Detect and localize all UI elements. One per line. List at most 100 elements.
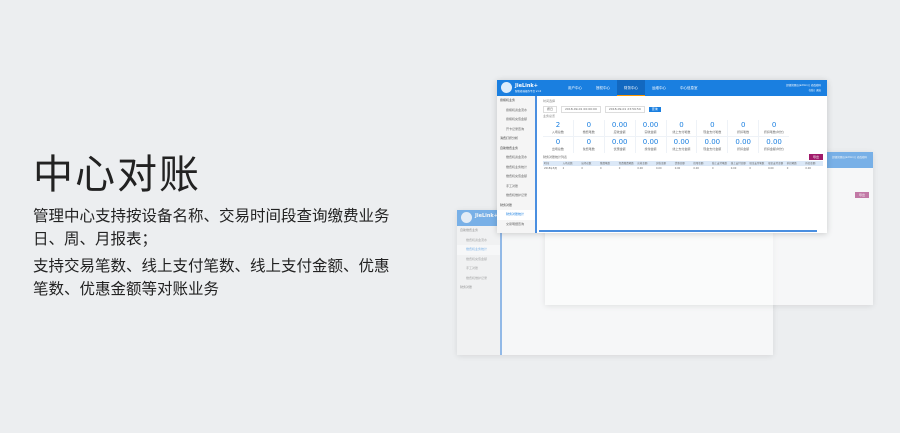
sidebar-item[interactable]: 手工对账 (497, 182, 535, 192)
card-label: 现金支付金额 (703, 147, 722, 151)
sidebar-item[interactable]: 财务对账 (457, 283, 500, 293)
filter-bar: 按日 2018-09-01 00:00:00 2018-09-01 23:59:… (543, 105, 823, 113)
summary-card: 0.00 折扣金额 (728, 137, 759, 153)
app-header: JieLink+ 智能终端操作平台 v1.0 用户中心 授权中心 财务中心 运维中… (497, 80, 827, 96)
card-label: 折扣金额 (737, 147, 750, 151)
sidebar-item[interactable]: 自助缴费业务 (497, 144, 535, 154)
sidebar-item[interactable]: 自助缴费业务 (457, 226, 500, 236)
card-value: 0.00 (766, 138, 782, 146)
app-header: JieLink+ (457, 210, 502, 226)
sidebar-item[interactable]: 授権机资金流水 (497, 106, 535, 116)
brand: JieLink+ 智能终端操作平台 v1.0 (515, 83, 541, 93)
card-value: 0 (555, 138, 561, 146)
card-label: 出场总数 (551, 147, 564, 151)
table-cell: 0.00 (805, 167, 811, 170)
export-button[interactable]: 导出 (854, 192, 869, 198)
sidebar-item[interactable]: 缴费机充值金额 (457, 255, 500, 265)
sidebar-item[interactable]: 缴费机资金流水 (497, 153, 535, 163)
sidebar-item[interactable]: 缴费机充值金额 (497, 172, 535, 182)
card-value: 0.00 (642, 138, 659, 146)
screenshot-front: JieLink+ 智能终端操作平台 v1.0 用户中心 授权中心 财务中心 运维中… (497, 80, 827, 233)
query-button[interactable]: 查询 (648, 106, 661, 112)
start-time-input[interactable]: 2018-09-01 00:00:00 (561, 105, 601, 113)
export-button[interactable]: 导出 (808, 154, 823, 160)
card-label: 优惠金额 (613, 147, 626, 151)
summary-card: 0.00 折扣金额(时长) (759, 137, 789, 153)
table-cell: 2 (562, 167, 565, 170)
list-header: 财务对账统计列表 导出 (543, 153, 823, 161)
table-cell: 0 (581, 167, 583, 170)
end-time-input[interactable]: 2018-09-01 23:59:59 (604, 105, 645, 113)
description-line: 支持交易笔数、线上支付笔数、线上支付金额、优惠笔数、优惠金额等对账业务 (33, 257, 390, 298)
summary-card: 0.00 应收金额 (604, 120, 635, 136)
logo-icon (461, 212, 472, 223)
card-label: 折扣金额(时长) (763, 147, 785, 151)
summary-card: 0 折扣笔数(时长) (759, 120, 789, 136)
summary-card: 0.00 实收金额 (635, 120, 666, 136)
table-cell: 0 (712, 167, 714, 170)
sidebar: 授権机业务 授権机资金流水 授権机充值金额 开卡记录查询 消费打折分析 自助缴费业务 缴费机… (497, 96, 537, 233)
sidebar-item[interactable]: 手工对账 (457, 264, 500, 274)
card-value: 2 (555, 121, 561, 129)
summary-card: 0.00 现金支付金额 (697, 137, 728, 153)
nav-item[interactable]: 授权中心 (589, 80, 617, 96)
card-label: 缴费笔数 (582, 130, 595, 134)
card-label: 实收金额 (644, 130, 657, 134)
sidebar-item[interactable]: 缴费机业务统计 (497, 163, 535, 173)
card-value: 0 (710, 121, 715, 129)
sidebar-item[interactable]: 缴费机维护记录 (457, 274, 500, 284)
summary-card: 0 折扣笔数 (728, 120, 759, 136)
card-label: 应收金额 (613, 130, 626, 134)
summary-cards: 2 入场总数 0 缴费笔数 0.00 应收金额 0.00 实收金额 0 线上支付笔数 0 现金支付笔数… (543, 120, 789, 153)
table-cell: 0 (618, 167, 621, 170)
sidebar-item[interactable]: 授権机业务 (497, 96, 535, 106)
card-value: 0 (586, 138, 592, 146)
sidebar-item[interactable]: 授権机充值金额 (497, 115, 535, 125)
horizontal-scrollbar[interactable] (539, 230, 817, 232)
nav-item-active[interactable]: 财务中心 (617, 80, 645, 96)
card-label: 折扣笔数 (737, 130, 750, 134)
section-title: 时间选择 (543, 99, 556, 103)
user-info: 超级管理员(admin) | 修改密码 在线 | 退出 (786, 83, 821, 93)
nav-item[interactable]: 运维中心 (645, 80, 673, 96)
summary-card: 0 出场总数 (543, 137, 573, 153)
card-value: 0 (771, 121, 777, 129)
logo-icon (501, 82, 512, 93)
card-label: 入场总数 (551, 130, 564, 134)
summary-card: 0 免费笔数 (573, 137, 604, 153)
summary-card: 2 入场总数 (543, 120, 573, 136)
card-value: 0.00 (735, 138, 751, 146)
table-cell: 0 (786, 167, 789, 170)
table-cell: 2018年8月 (544, 167, 557, 170)
card-value: 0.00 (611, 138, 628, 146)
table-row: 2018年8月 2 0 0 0 0.00 0.00 0.00 0.00 0 0.00 0 0.00 0 0.… (543, 166, 823, 171)
summary-card: 0.00 找零金额 (635, 137, 666, 153)
list-title: 财务对账统计列表 (543, 155, 568, 159)
nav-item[interactable]: 用户中心 (561, 80, 589, 96)
sidebar-item[interactable]: 财务对账 (497, 201, 535, 211)
user-info: 超级管理员(admin) | 修改密码 (832, 156, 867, 159)
main-content: 时间选择 按日 2018-09-01 00:00:00 2018-09-01 2… (539, 96, 827, 233)
sidebar-item[interactable]: 交易明细查询 (497, 220, 535, 230)
table-cell: 0.00 (656, 167, 662, 170)
sidebar-item[interactable]: 财务对账统计 (497, 210, 535, 220)
card-value: 0.00 (673, 138, 690, 146)
sidebar-item[interactable]: 开卡记录查询 (497, 125, 535, 135)
summary-card: 0 线上支付笔数 (666, 120, 697, 136)
sidebar-item[interactable]: 缴费机维护记录 (497, 191, 535, 201)
sidebar-item[interactable]: 缴费机业务统计 (457, 245, 500, 255)
card-value: 0 (586, 121, 592, 129)
period-select[interactable]: 按日 (543, 105, 558, 113)
table-cell: 0.00 (768, 167, 774, 170)
user-line[interactable]: 在线 | 退出 (786, 88, 821, 93)
card-label: 线上支付金额 (672, 147, 691, 151)
table-cell: 0.00 (693, 167, 699, 170)
card-value: 0.00 (704, 138, 721, 146)
top-nav: 用户中心 授权中心 财务中心 运维中心 中心信息室 (561, 80, 705, 96)
sidebar-item[interactable]: 缴费机资金流水 (457, 236, 500, 246)
description: 管理中心支持按设备名称、交易时间段查询缴费业务日、周、月报表； 支持交易笔数、线… (33, 205, 393, 305)
sidebar: 自助缴费业务 缴费机资金流水 缴费机业务统计 缴费机充值金额 手工对账 缴费机维… (457, 226, 502, 355)
nav-item[interactable]: 中心信息室 (673, 80, 705, 96)
sidebar-item[interactable]: 消费打折分析 (497, 134, 535, 144)
card-label: 线上支付笔数 (672, 130, 691, 134)
